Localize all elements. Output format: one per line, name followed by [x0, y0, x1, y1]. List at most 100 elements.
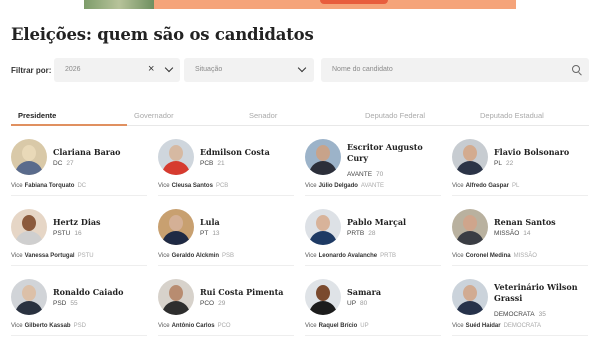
divider: [452, 195, 588, 196]
candidate-card[interactable]: Lula PT 13 Vice Geraldo Alckmin PSB: [158, 209, 296, 271]
divider: [11, 335, 147, 336]
candidate-party: PT 13: [200, 230, 220, 237]
candidate-card[interactable]: Veterinário Wilson Grassi DEMOCRATA 35 Vice…: [452, 279, 590, 341]
vice-label: Vice: [305, 253, 317, 259]
tab-governador[interactable]: Governador: [134, 111, 174, 120]
candidate-party: PSD 55: [53, 300, 78, 307]
vice-name: Fabiana Torquato: [24, 183, 75, 189]
vice-candidate: Vice Gilberto Kassab PSD: [11, 323, 86, 329]
vice-party: UP: [360, 323, 369, 329]
vice-party: DC: [77, 183, 87, 189]
page-title: Eleições: quem são os candidatos: [11, 25, 314, 44]
situation-select-placeholder: Situação: [195, 66, 223, 73]
candidate-card[interactable]: Pablo Marçal PRTB 28 Vice Leonardo Avalanche…: [305, 209, 443, 271]
candidate-photo: [11, 139, 47, 175]
candidate-photo: [452, 139, 488, 175]
year-select[interactable]: 2026 ×: [54, 58, 180, 82]
candidate-photo: [452, 209, 488, 245]
top-ad-banner[interactable]: [84, 0, 516, 9]
party-acronym: PCB: [200, 160, 214, 167]
vice-name: Alfredo Gaspar: [465, 183, 509, 189]
vice-candidate: Vice Júlio Delgado AVANTE: [305, 183, 384, 189]
candidate-number: 21: [217, 160, 225, 167]
candidate-photo: [11, 209, 47, 245]
candidate-card[interactable]: Ronaldo Caiado PSD 55 Vice Gilberto Kassab PS…: [11, 279, 149, 341]
candidate-name[interactable]: Rui Costa Pimenta: [200, 287, 296, 298]
divider: [158, 195, 294, 196]
candidate-card[interactable]: Edmilson Costa PCB 21 Vice Cleusa Santos PCB: [158, 139, 296, 201]
candidate-card[interactable]: Hertz Dias PSTU 16 Vice Vanessa Portugal PSTU: [11, 209, 149, 271]
clear-icon[interactable]: ×: [148, 63, 154, 75]
party-acronym: UP: [347, 300, 357, 307]
office-tabs: Presidente Governador Senador Deputado F…: [11, 107, 589, 126]
candidate-number: 13: [212, 230, 220, 237]
candidate-number: 29: [218, 300, 226, 307]
vice-candidate: Vice Vanessa Portugal PSTU: [11, 253, 94, 259]
tab-presidente[interactable]: Presidente: [18, 111, 56, 120]
candidate-card[interactable]: Escritor Augusto Cury AVANTE 70 Vice Júlio D…: [305, 139, 443, 201]
candidate-name[interactable]: Escritor Augusto Cury: [347, 142, 443, 164]
vice-candidate: Vice Suéd Haidar DEMOCRATA: [452, 323, 541, 329]
candidate-card[interactable]: Rui Costa Pimenta PCO 29 Vice Antônio Carlos…: [158, 279, 296, 341]
vice-candidate: Vice Fabiana Torquato DC: [11, 183, 86, 189]
vice-label: Vice: [158, 183, 170, 189]
party-acronym: PRTB: [347, 230, 365, 237]
candidate-number: 70: [376, 171, 384, 178]
divider: [452, 335, 588, 336]
candidate-photo: [11, 279, 47, 315]
candidate-number: 80: [360, 300, 368, 307]
candidate-photo: [158, 139, 194, 175]
chevron-down-icon: [164, 63, 174, 73]
candidate-name[interactable]: Pablo Marçal: [347, 217, 443, 228]
candidate-name[interactable]: Ronaldo Caiado: [53, 287, 149, 298]
candidate-photo: [158, 209, 194, 245]
candidate-card[interactable]: Flavio Bolsonaro PL 22 Vice Alfredo Gaspar PL: [452, 139, 590, 201]
tab-deputado-federal[interactable]: Deputado Federal: [365, 111, 425, 120]
vice-candidate: Vice Coronel Medina MISSÃO: [452, 253, 537, 259]
vice-candidate: Vice Leonardo Avalanche PRTB: [305, 253, 396, 259]
chevron-down-icon: [297, 63, 307, 73]
candidate-card[interactable]: Renan Santos MISSÃO 14 Vice Coronel Medina MI…: [452, 209, 590, 271]
vice-party: AVANTE: [360, 183, 385, 189]
divider: [158, 335, 294, 336]
situation-select[interactable]: Situação: [184, 58, 314, 82]
divider: [305, 265, 441, 266]
vice-party: MISSÃO: [513, 253, 537, 259]
candidate-party: PL 22: [494, 160, 513, 167]
vice-party: PCB: [215, 183, 229, 189]
candidate-name[interactable]: Lula: [200, 217, 296, 228]
candidate-name[interactable]: Samara: [347, 287, 443, 298]
candidate-name[interactable]: Clariana Barao: [53, 147, 149, 158]
candidate-party: PRTB 28: [347, 230, 375, 237]
candidate-name[interactable]: Edmilson Costa: [200, 147, 296, 158]
candidate-name-search-input[interactable]: Nome do candidato: [321, 58, 589, 82]
divider: [158, 265, 294, 266]
candidate-name[interactable]: Flavio Bolsonaro: [494, 147, 590, 158]
candidate-photo: [305, 139, 341, 175]
tab-deputado-estadual[interactable]: Deputado Estadual: [480, 111, 544, 120]
party-acronym: PSTU: [53, 230, 71, 237]
vice-label: Vice: [11, 183, 23, 189]
candidate-card[interactable]: Samara UP 80 Vice Raquel Brício UP: [305, 279, 443, 341]
banner-button[interactable]: [320, 0, 388, 4]
party-acronym: PSD: [53, 300, 67, 307]
candidate-party: DC 27: [53, 160, 74, 167]
candidate-name[interactable]: Veterinário Wilson Grassi: [494, 282, 590, 304]
candidate-card[interactable]: Clariana Barao DC 27 Vice Fabiana Torquato DC: [11, 139, 149, 201]
candidate-party: PCO 29: [200, 300, 225, 307]
candidate-number: 14: [523, 230, 531, 237]
banner-image: [84, 0, 154, 9]
vice-name: Cleusa Santos: [171, 183, 213, 189]
party-acronym: AVANTE: [347, 171, 373, 178]
year-select-value: 2026: [65, 66, 81, 73]
vice-label: Vice: [305, 323, 317, 329]
candidate-name[interactable]: Renan Santos: [494, 217, 590, 228]
vice-candidate: Vice Alfredo Gaspar PL: [452, 183, 519, 189]
active-tab-indicator: [11, 124, 127, 126]
candidate-photo: [452, 279, 488, 315]
candidate-party: PSTU 16: [53, 230, 82, 237]
search-icon[interactable]: [572, 65, 580, 73]
tab-senador[interactable]: Senador: [249, 111, 277, 120]
divider: [305, 195, 441, 196]
candidate-name[interactable]: Hertz Dias: [53, 217, 149, 228]
